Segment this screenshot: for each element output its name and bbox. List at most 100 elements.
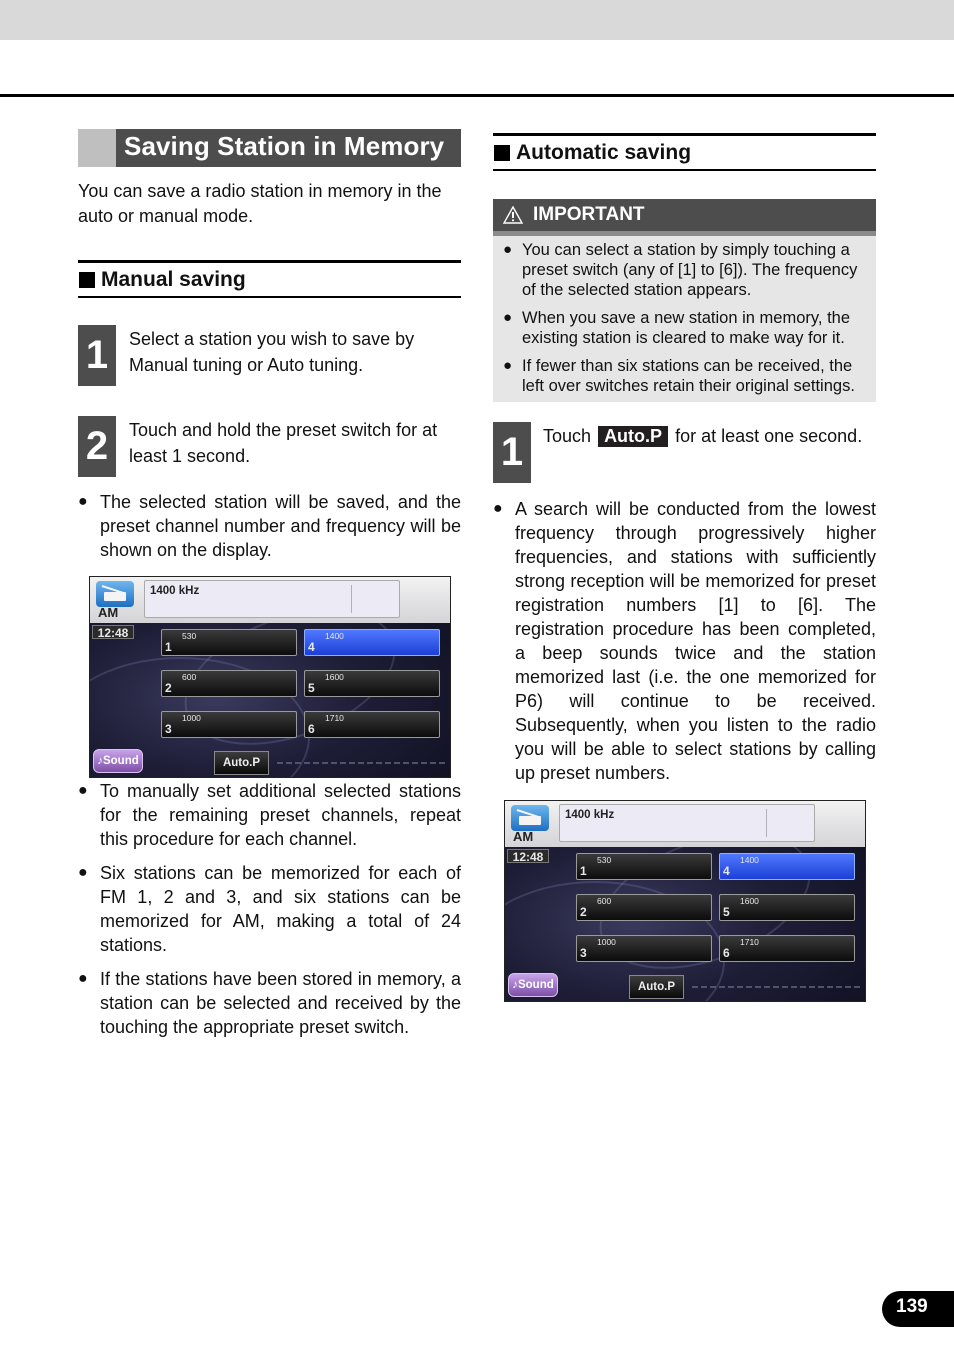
square-bullet-icon	[79, 271, 95, 288]
important-title: IMPORTANT	[533, 204, 645, 225]
radio-screen: AM 1400 kHz 12:48 1 530 2 600 3 1000 4 1400 5 160…	[504, 800, 866, 1002]
preset-frequency: 1400	[740, 855, 759, 865]
preset-number: 6	[723, 946, 730, 960]
warning-triangle-icon	[503, 206, 523, 224]
preset-frequency: 1600	[740, 896, 759, 906]
preset-frequency: 530	[182, 631, 197, 641]
preset-number: 2	[580, 905, 587, 919]
clock: 12:48	[507, 849, 549, 864]
automatic-saving-heading-text: Automatic saving	[516, 140, 692, 164]
page-number: 139	[882, 1291, 954, 1327]
preset-frequency: 1000	[597, 937, 616, 947]
step-text-before: Touch	[543, 426, 592, 446]
frequency-display: 1400 kHz	[144, 580, 400, 618]
bullet-icon: ●	[78, 493, 88, 510]
list-item: ● You can select a station by simply tou…	[503, 240, 866, 300]
bullet-icon: ●	[78, 864, 88, 881]
radio-screen-auto-wrap: AM 1400 kHz 12:48 1 530 2 600 3 1000 4 1400 5 160…	[504, 800, 876, 1002]
preset-frequency: 600	[182, 672, 197, 682]
preset-number: 3	[165, 722, 172, 736]
preset-number: 5	[308, 681, 315, 695]
preset-button-5[interactable]: 5 1600	[719, 894, 855, 921]
preset-frequency: 600	[597, 896, 612, 906]
preset-frequency: 1000	[182, 713, 201, 723]
auto-p-button[interactable]: Auto.P	[214, 751, 269, 775]
header-rule	[0, 94, 954, 97]
radio-screen: AM 1400 kHz 12:48 1 530 2 600 3 1000 4 1400 5 160…	[89, 576, 451, 778]
preset-button-3[interactable]: 3 1000	[161, 711, 297, 738]
preset-frequency: 1600	[325, 672, 344, 682]
preset-button-4[interactable]: 4 1400	[719, 853, 855, 880]
radio-band-icon[interactable]	[511, 805, 549, 831]
chapter-title-tab	[78, 129, 116, 167]
step-text: Select a station you wish to save by Man…	[129, 329, 415, 375]
preset-number: 4	[723, 864, 730, 878]
preset-number: 5	[723, 905, 730, 919]
frequency-separator	[351, 585, 352, 613]
band-label: AM	[98, 605, 119, 620]
preset-button-1[interactable]: 1 530	[576, 853, 712, 880]
preset-number: 4	[308, 640, 315, 654]
auto-p-button[interactable]: Auto.P	[629, 975, 684, 999]
step-text: Touch and hold the preset switch for at …	[129, 420, 438, 466]
step-text-after: for at least one second.	[675, 426, 863, 446]
bullet-text: To manually set additional selected stat…	[100, 781, 461, 849]
important-box: IMPORTANT ● You can select a station by …	[493, 199, 876, 402]
preset-button-4[interactable]: 4 1400	[304, 629, 440, 656]
preset-button-3[interactable]: 3 1000	[576, 935, 712, 962]
sound-button[interactable]: ♪Sound	[508, 973, 558, 997]
list-item: ● Six stations can be memorized for each…	[78, 861, 461, 957]
status-ticker	[277, 762, 447, 764]
chapter-title: Saving Station in Memory	[124, 131, 445, 161]
preset-button-2[interactable]: 2 600	[576, 894, 712, 921]
frequency-text: 1400 kHz	[565, 809, 615, 821]
bullet-icon: ●	[503, 309, 513, 326]
important-header: IMPORTANT	[493, 199, 876, 236]
list-item: ● If fewer than six stations can be rece…	[503, 356, 866, 396]
bullet-text: If fewer than six stations can be receiv…	[522, 357, 855, 395]
bullet-text: The selected station will be saved, and …	[100, 492, 461, 560]
list-item: ● A search will be conducted from the lo…	[493, 497, 876, 785]
clock: 12:48	[92, 625, 134, 640]
bullet-text: If the stations have been stored in memo…	[100, 969, 461, 1037]
step-number: 2	[78, 416, 116, 477]
preset-button-6[interactable]: 6 1710	[719, 935, 855, 962]
right-column: Automatic saving IMPORTANT ● You can sel…	[493, 133, 876, 1002]
bullet-text: A search will be conducted from the lowe…	[515, 499, 876, 783]
intro-text: You can save a radio station in memory i…	[78, 181, 442, 226]
manual-step-2: 2 Touch and hold the preset switch for a…	[78, 416, 461, 477]
bullet-icon: ●	[78, 782, 88, 799]
radio-band-icon[interactable]	[96, 581, 134, 607]
preset-number: 2	[165, 681, 172, 695]
left-column: Saving Station in Memory You can save a …	[78, 129, 461, 1039]
manual-step-1: 1 Select a station you wish to save by M…	[78, 325, 461, 386]
list-item: ● If the stations have been stored in me…	[78, 967, 461, 1039]
preset-frequency: 1400	[325, 631, 344, 641]
preset-button-5[interactable]: 5 1600	[304, 670, 440, 697]
frequency-separator	[766, 809, 767, 837]
sound-button[interactable]: ♪Sound	[93, 749, 143, 773]
preset-number: 3	[580, 946, 587, 960]
preset-button-1[interactable]: 1 530	[161, 629, 297, 656]
chapter-title-bar: Saving Station in Memory	[78, 129, 461, 167]
bullet-text: Six stations can be memorized for each o…	[100, 863, 461, 955]
status-ticker	[692, 986, 862, 988]
header-band	[0, 0, 954, 40]
manual-saving-heading: Manual saving	[78, 260, 461, 298]
step-number: 1	[493, 422, 531, 483]
automatic-saving-heading: Automatic saving	[493, 133, 876, 171]
radio-screen-manual-wrap: AM 1400 kHz 12:48 1 530 2 600 3 1000 4 1400 5 160…	[89, 576, 461, 778]
preset-frequency: 530	[597, 855, 612, 865]
list-item: ● When you save a new station in memory,…	[503, 308, 866, 348]
preset-number: 6	[308, 722, 315, 736]
preset-button-2[interactable]: 2 600	[161, 670, 297, 697]
preset-frequency: 1710	[325, 713, 344, 723]
bullet-icon: ●	[503, 241, 513, 258]
preset-frequency: 1710	[740, 937, 759, 947]
manual-saving-heading-text: Manual saving	[101, 267, 246, 291]
important-body: ● You can select a station by simply tou…	[493, 236, 876, 402]
bullet-text: You can select a station by simply touch…	[522, 241, 858, 299]
preset-button-6[interactable]: 6 1710	[304, 711, 440, 738]
step-text: Touch Auto.P for at least one second.	[543, 423, 862, 449]
frequency-text: 1400 kHz	[150, 585, 200, 597]
